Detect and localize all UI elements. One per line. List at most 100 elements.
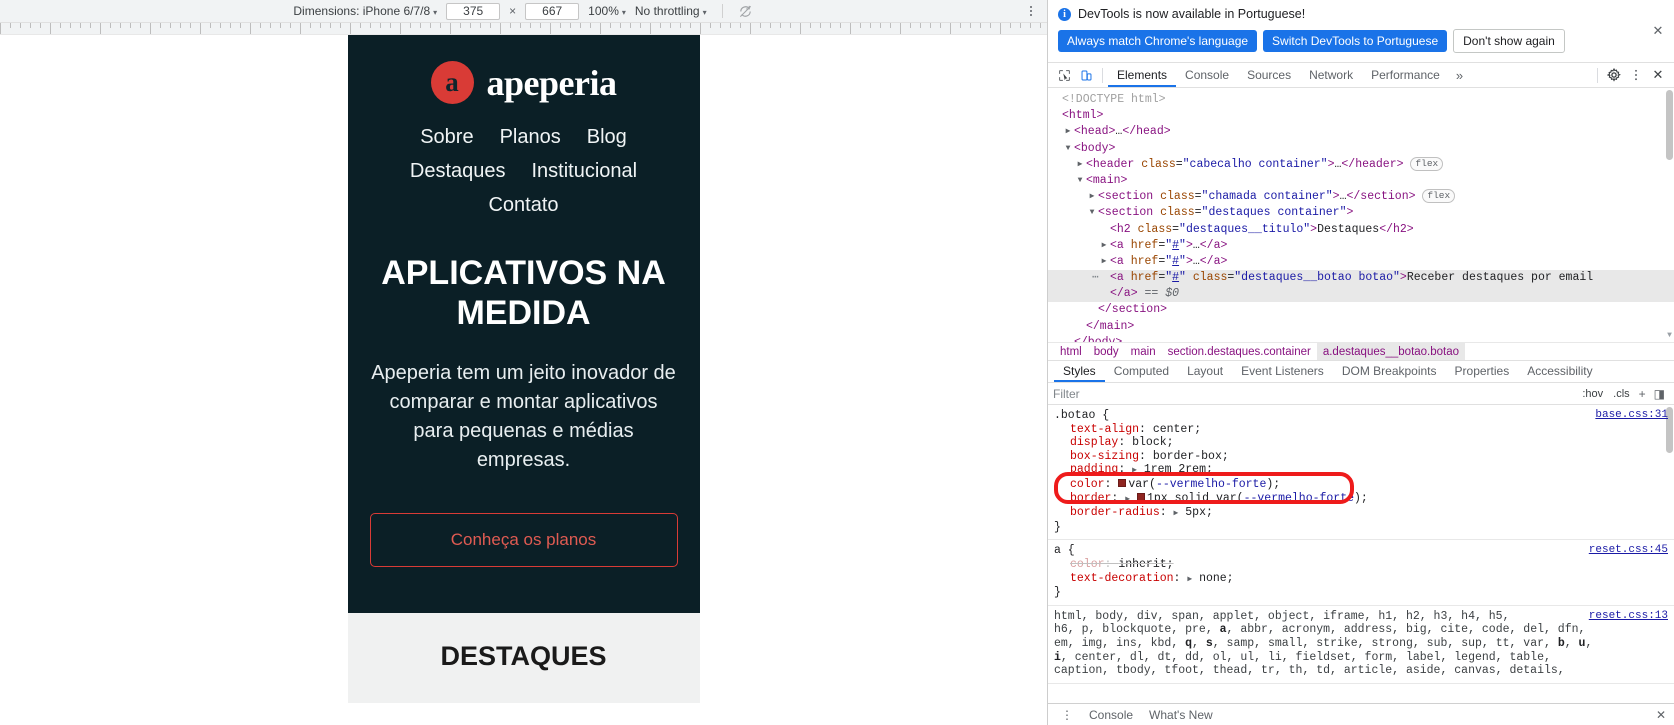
more-tabs-icon[interactable]: » [1449, 68, 1470, 83]
hov-toggle-button[interactable]: :hov [1577, 388, 1608, 400]
tab-console[interactable]: Console [1176, 63, 1238, 87]
drawer-tab-whats-new[interactable]: What's New [1141, 708, 1221, 722]
color-swatch[interactable] [1118, 478, 1127, 487]
zoom-select[interactable]: 100% ▾ [588, 4, 626, 18]
disclosure-triangle-icon[interactable]: ▶ [1062, 124, 1074, 140]
always-match-language-button[interactable]: Always match Chrome's language [1058, 30, 1258, 52]
new-style-rule-icon[interactable]: + [1635, 387, 1650, 401]
css-value[interactable]: 1px solid var(--vermelho-forte); [1147, 492, 1368, 505]
css-property[interactable]: border-radius [1070, 506, 1160, 519]
dom-node[interactable]: ▼ <section class="destaques container"> [1048, 205, 1674, 221]
css-declaration[interactable]: text-decoration: ▶ none; [1054, 572, 1668, 587]
throttling-select[interactable]: No throttling ▾ [635, 4, 707, 18]
dom-node[interactable]: ▼ <body> [1048, 141, 1674, 157]
disclosure-triangle-icon[interactable]: ▼ [1074, 173, 1086, 189]
breadcrumb-item[interactable]: main [1125, 343, 1162, 360]
dom-node[interactable]: </main> [1048, 319, 1674, 335]
css-value[interactable]: 5px; [1185, 506, 1213, 519]
dom-tree[interactable]: ▼ <!DOCTYPE html> <html> ▶ <head>…</head> ▼ <… [1048, 88, 1674, 343]
disclosure-triangle-icon[interactable]: ▼ [1062, 141, 1074, 157]
expand-triangle-icon[interactable]: ▶ [1125, 495, 1130, 504]
css-declaration[interactable]: padding: ▶ 1rem 2rem; [1054, 463, 1668, 478]
computed-sidebar-toggle-icon[interactable]: ◨ [1650, 387, 1669, 401]
inspect-element-icon[interactable] [1054, 65, 1074, 85]
tab-event-listeners[interactable]: Event Listeners [1232, 361, 1333, 382]
dom-node-selected[interactable]: ⋯ <a href="#" class="destaques__botao bot… [1048, 270, 1674, 287]
tab-layout[interactable]: Layout [1178, 361, 1232, 382]
css-value[interactable]: none; [1199, 572, 1234, 585]
css-property[interactable]: color [1070, 558, 1105, 571]
site-logo[interactable]: a apeperia [362, 61, 686, 104]
cls-toggle-button[interactable]: .cls [1608, 388, 1635, 400]
css-selector[interactable]: .botao { [1054, 409, 1109, 423]
disclosure-triangle-icon[interactable]: ▶ [1098, 238, 1110, 254]
tab-sources[interactable]: Sources [1238, 63, 1300, 87]
css-rules-pane[interactable]: .botao { base.css:31 text-align: center; di… [1048, 405, 1674, 703]
tab-accessibility[interactable]: Accessibility [1518, 361, 1601, 382]
css-property[interactable]: box-sizing [1070, 450, 1139, 463]
rotate-icon[interactable] [738, 3, 754, 19]
dom-node[interactable]: <h2 class="destaques__titulo">Destaques<… [1048, 222, 1674, 238]
css-value[interactable]: inherit; [1118, 558, 1173, 571]
hero-cta-button[interactable]: Conheça os planos [369, 513, 678, 568]
tab-elements[interactable]: Elements [1108, 63, 1177, 87]
css-value[interactable]: block; [1132, 436, 1173, 449]
drawer-tab-console[interactable]: Console [1081, 708, 1141, 722]
css-selector[interactable]: a { [1054, 544, 1075, 558]
css-source-link[interactable]: reset.css:13 [1589, 610, 1668, 624]
css-property[interactable]: text-align [1070, 423, 1139, 436]
css-declaration[interactable]: border-radius: ▶ 5px; [1054, 506, 1668, 521]
device-width-input[interactable] [446, 2, 501, 20]
nav-link-destaques[interactable]: Destaques [410, 160, 506, 183]
breadcrumb-item[interactable]: html [1054, 343, 1088, 360]
css-value[interactable]: center; [1153, 423, 1201, 436]
settings-gear-icon[interactable] [1604, 65, 1624, 85]
drawer-close-icon[interactable]: ✕ [1656, 708, 1674, 722]
expand-triangle-icon[interactable]: ▶ [1174, 509, 1179, 518]
dom-node[interactable]: <html> [1048, 108, 1674, 124]
dom-node[interactable]: ▶ <a href="#">…</a> [1048, 254, 1674, 270]
dom-node[interactable]: <!DOCTYPE html> [1048, 92, 1674, 108]
css-declaration[interactable]: color: inherit; [1054, 558, 1668, 572]
dont-show-again-button[interactable]: Don't show again [1453, 29, 1565, 53]
css-declaration[interactable]: color: var(--vermelho-forte); [1054, 478, 1668, 492]
disclosure-triangle-icon[interactable]: ▶ [1086, 189, 1098, 205]
css-value[interactable]: border-box; [1153, 450, 1229, 463]
drawer-kebab-icon[interactable]: ⋮ [1053, 708, 1081, 722]
nav-link-planos[interactable]: Planos [500, 126, 561, 149]
nav-link-sobre[interactable]: Sobre [420, 126, 473, 149]
devtools-menu-icon[interactable] [1626, 65, 1646, 85]
tab-computed[interactable]: Computed [1105, 361, 1178, 382]
close-icon[interactable]: ✕ [1651, 23, 1665, 37]
css-property[interactable]: color [1070, 478, 1105, 491]
close-devtools-icon[interactable]: ✕ [1648, 65, 1668, 85]
disclosure-triangle-icon[interactable]: ▶ [1074, 157, 1086, 173]
tab-dom-breakpoints[interactable]: DOM Breakpoints [1333, 361, 1446, 382]
css-declaration[interactable]: text-align: center; [1054, 423, 1668, 437]
breadcrumb-item[interactable]: a.destaques__botao.botao [1316, 343, 1466, 360]
expand-triangle-icon[interactable]: ▶ [1132, 466, 1137, 475]
css-property[interactable]: display [1070, 436, 1118, 449]
device-dimensions-select[interactable]: Dimensions: iPhone 6/7/8 ▾ [293, 4, 437, 18]
css-property[interactable]: border [1070, 492, 1111, 505]
css-property[interactable]: text-decoration [1070, 572, 1174, 585]
nav-link-contato[interactable]: Contato [488, 194, 558, 217]
tab-performance[interactable]: Performance [1362, 63, 1449, 87]
css-declaration[interactable]: box-sizing: border-box; [1054, 450, 1668, 464]
css-source-link[interactable]: base.css:31 [1595, 409, 1668, 423]
css-value[interactable]: 1rem 2rem; [1144, 463, 1213, 476]
device-toolbar-toggle-icon[interactable] [1076, 65, 1096, 85]
disclosure-triangle-icon[interactable]: ▶ [1098, 254, 1110, 270]
node-more-icon[interactable]: ⋯ [1092, 270, 1100, 286]
dom-node[interactable]: ▶ <a href="#">…</a> [1048, 238, 1674, 254]
device-toolbar-menu-icon[interactable] [1023, 2, 1039, 20]
nav-link-institucional[interactable]: Institucional [532, 160, 638, 183]
device-height-input[interactable] [525, 2, 580, 20]
dom-node[interactable]: ▶ <section class="chamada container">…</s… [1048, 189, 1674, 205]
dom-node[interactable]: </body> [1048, 335, 1674, 342]
tab-network[interactable]: Network [1300, 63, 1362, 87]
dom-node-selected[interactable]: </a> == $0 [1048, 286, 1674, 303]
css-declaration[interactable]: display: block; [1054, 436, 1668, 450]
switch-language-button[interactable]: Switch DevTools to Portuguese [1263, 30, 1448, 52]
css-property[interactable]: padding [1070, 463, 1118, 476]
